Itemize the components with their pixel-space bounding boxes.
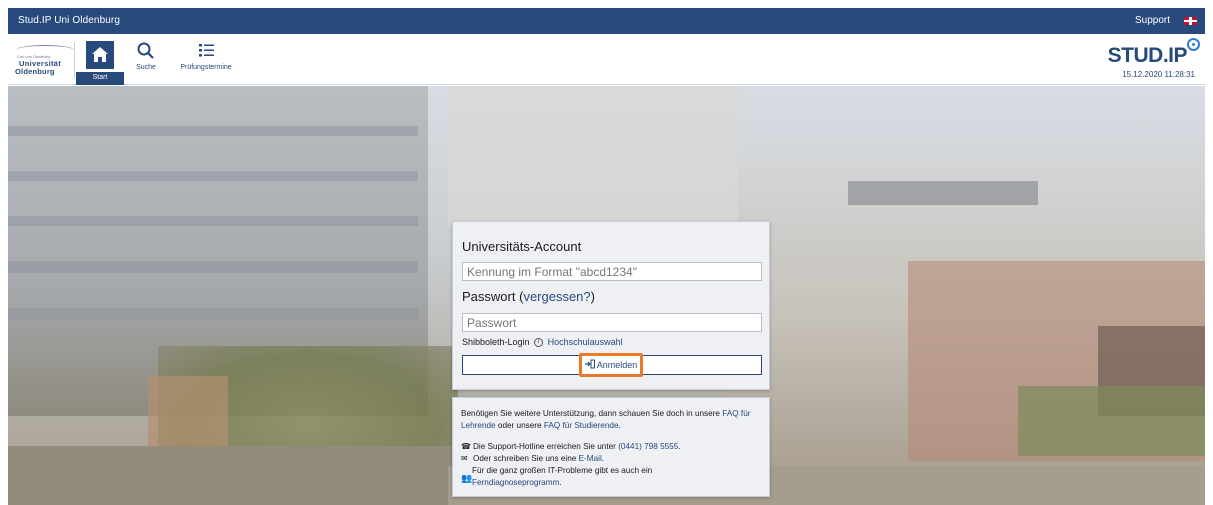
logo-line-3: Oldenburg (15, 67, 55, 76)
top-bar: Stud.IP Uni Oldenburg Support (8, 8, 1205, 34)
hotline-number[interactable]: (0441) 798 5555 (618, 442, 678, 451)
remote-text-row: Für die ganz großen IT-Probleme gibt es … (472, 466, 653, 475)
password-label-row: Passwort (vergessen?) (462, 289, 595, 304)
nav-item-exam-dates[interactable]: Prüfungstermine (174, 41, 238, 85)
help-intro-text-3: . (618, 421, 621, 430)
help-panel: Benötigen Sie weitere Unterstützung, dan… (452, 397, 770, 497)
remote-diagnosis-link[interactable]: Ferndiagnoseprogramm (472, 478, 559, 487)
search-icon (137, 42, 154, 59)
nav-item-search[interactable]: Suche (126, 41, 166, 85)
login-title: Universitäts-Account (462, 239, 582, 254)
shibboleth-label: Shibboleth-Login (462, 337, 530, 347)
server-datetime: 15.12.2020 11:28:31 (1122, 70, 1195, 79)
mail-row: ✉ Oder schreiben Sie uns eine E-Mail. (461, 454, 761, 464)
hotline-text: Die Support-Hotline erreichen Sie unter (473, 442, 619, 451)
shibboleth-row: Shibboleth-Login i Hochschulauswahl (462, 337, 623, 348)
email-link[interactable]: E-Mail (579, 454, 602, 463)
home-tile (86, 41, 114, 69)
login-button[interactable]: Anmelden (579, 353, 643, 377)
forgot-password-link[interactable]: vergessen? (523, 289, 590, 304)
navigation-bar: Carl von Ossietzky Universität Oldenburg… (8, 34, 1205, 85)
hotline-end: . (678, 442, 681, 451)
remote-link-row: Ferndiagnoseprogramm. (472, 478, 772, 488)
mail-text: Oder schreiben Sie uns eine (473, 454, 579, 463)
home-icon (92, 47, 108, 62)
people-icon: 👥 (461, 473, 473, 483)
list-icon (199, 44, 214, 57)
studip-logo-circle-icon (1187, 38, 1200, 51)
nav-start-label: Start (76, 72, 124, 85)
phone-icon: ☎ (461, 442, 471, 451)
login-button-row[interactable]: Anmelden (462, 353, 762, 377)
password-input[interactable] (462, 313, 762, 332)
support-link[interactable]: Support (1135, 15, 1170, 26)
mail-icon: ✉ (461, 454, 468, 463)
forgot-close-paren: ) (590, 289, 595, 304)
studip-logo[interactable]: STUD.IP (1107, 38, 1200, 68)
uk-flag-icon[interactable] (1184, 17, 1197, 25)
faq-students-link[interactable]: FAQ für Studierende (544, 421, 619, 430)
mail-end: . (601, 454, 605, 463)
hotline-row: ☎ Die Support-Hotline erreichen Sie unter… (461, 442, 761, 452)
nav-search-label: Suche (136, 64, 156, 71)
university-logo[interactable]: Carl von Ossietzky Universität Oldenburg (12, 42, 75, 78)
login-icon (584, 359, 595, 369)
login-button-label: Anmelden (596, 360, 638, 370)
nav-item-start[interactable]: Start (76, 41, 124, 85)
help-intro: Benötigen Sie weitere Unterstützung, dan… (461, 408, 763, 432)
info-icon[interactable]: i (534, 338, 544, 348)
login-panel: Universitäts-Account Passwort (vergessen… (452, 221, 770, 390)
studip-logo-text: STUD.IP (1107, 44, 1188, 67)
nav-exam-dates-label: Prüfungstermine (180, 64, 232, 71)
help-intro-text-1: Benötigen Sie weitere Unterstützung, dan… (461, 409, 723, 418)
site-title[interactable]: Stud.IP Uni Oldenburg (18, 15, 120, 26)
university-selection-link[interactable]: Hochschulauswahl (548, 337, 623, 347)
password-label: Passwort (462, 289, 516, 304)
remote-end: . (559, 478, 562, 487)
username-input[interactable] (462, 262, 762, 281)
help-intro-text-2: oder unsere (495, 421, 544, 430)
